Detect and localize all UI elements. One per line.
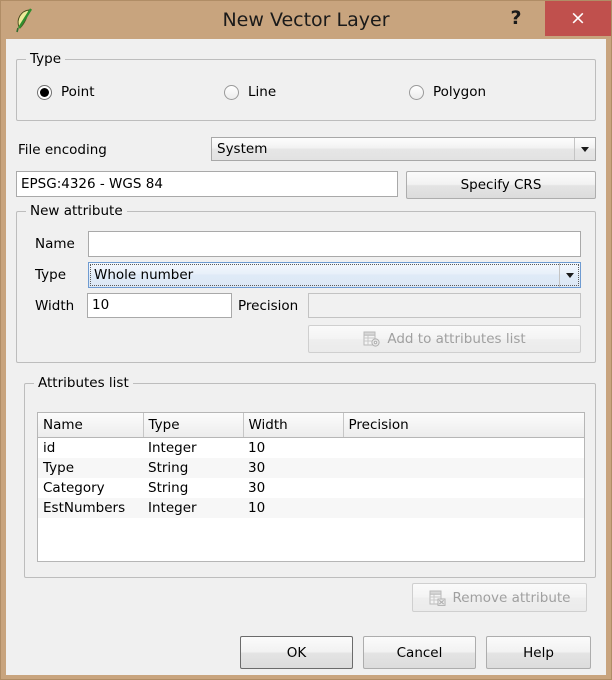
add-to-attributes-list-label: Add to attributes list (387, 331, 526, 347)
attribute-type-combo[interactable]: Whole number (88, 262, 581, 288)
table-row[interactable]: Type String 30 (38, 458, 584, 478)
attributes-table[interactable]: Name Type Width Precision id Integer 10 … (37, 412, 585, 562)
cell-width: 30 (248, 480, 266, 496)
dialog-body: Type Point Line Polygon File encoding Sy… (6, 39, 606, 675)
cell-precision (343, 478, 584, 498)
cell-name: Type (43, 460, 75, 476)
table-row[interactable]: id Integer 10 (38, 437, 584, 459)
add-table-row-icon (363, 331, 380, 347)
column-header-precision[interactable]: Precision (343, 413, 584, 438)
type-group-title: Type (26, 51, 66, 67)
chevron-down-icon[interactable] (574, 138, 595, 160)
table-row[interactable]: EstNumbers Integer 10 (38, 498, 584, 518)
remove-table-row-icon (429, 590, 446, 606)
table-row[interactable]: Category String 30 (38, 478, 584, 498)
help-button[interactable]: Help (486, 636, 591, 669)
type-groupbox: Type Point Line Polygon (16, 51, 596, 121)
cell-type: Integer (148, 500, 197, 516)
title-help-icon[interactable]: ? (499, 3, 533, 33)
remove-attribute-button: Remove attribute (412, 583, 587, 612)
cancel-button[interactable]: Cancel (363, 636, 476, 669)
cancel-button-label: Cancel (396, 644, 443, 661)
ok-button[interactable]: OK (240, 636, 353, 669)
attribute-precision-label: Precision (238, 298, 299, 314)
radio-polygon[interactable]: Polygon (409, 84, 486, 100)
attribute-width-input[interactable]: 10 (87, 293, 232, 318)
crs-value: EPSG:4326 - WGS 84 (21, 176, 163, 192)
remove-attribute-label: Remove attribute (452, 589, 571, 606)
cell-type: String (148, 480, 189, 496)
crs-input[interactable]: EPSG:4326 - WGS 84 (16, 171, 398, 197)
radio-point[interactable]: Point (37, 84, 95, 100)
new-attribute-groupbox: New attribute Name Type Whole number Wid… (16, 203, 596, 363)
cell-width: 10 (248, 500, 266, 516)
attribute-type-value: Whole number (94, 267, 194, 283)
cell-precision (343, 458, 584, 478)
cell-type: Integer (148, 440, 197, 456)
radio-line[interactable]: Line (224, 84, 276, 100)
specify-crs-label: Specify CRS (460, 177, 542, 193)
cell-precision (343, 498, 584, 518)
chevron-down-icon[interactable] (559, 263, 580, 287)
cell-width: 10 (248, 440, 266, 456)
column-header-width[interactable]: Width (243, 413, 344, 438)
cell-type: String (148, 460, 189, 476)
file-encoding-value: System (217, 141, 268, 157)
help-button-label: Help (523, 644, 554, 661)
table-header-row: Name Type Width Precision (38, 413, 584, 438)
cell-name: EstNumbers (43, 500, 126, 516)
attribute-width-label: Width (35, 298, 75, 314)
radio-line-label: Line (248, 84, 277, 100)
title-bar: New Vector Layer ? × (1, 1, 611, 39)
column-header-type[interactable]: Type (143, 413, 244, 438)
attribute-type-label: Type (35, 267, 67, 283)
radio-point-indicator (37, 84, 52, 100)
cell-name: Category (43, 480, 105, 496)
attribute-name-label: Name (35, 236, 75, 252)
cell-width: 30 (248, 460, 266, 476)
attribute-width-value: 10 (92, 297, 110, 313)
cell-name: id (43, 440, 56, 456)
attributes-list-group-title: Attributes list (34, 375, 133, 391)
radio-line-indicator (224, 84, 239, 100)
radio-polygon-label: Polygon (433, 84, 487, 100)
attribute-precision-input (308, 293, 581, 318)
radio-polygon-indicator (409, 84, 424, 100)
cell-precision (343, 438, 584, 459)
close-icon[interactable]: × (545, 1, 611, 36)
column-header-name[interactable]: Name (38, 413, 144, 438)
file-encoding-label: File encoding (18, 142, 107, 158)
dialog-window: New Vector Layer ? × Type Point Line Pol… (0, 0, 612, 680)
file-encoding-combo[interactable]: System (211, 137, 596, 161)
radio-point-label: Point (61, 84, 95, 100)
add-to-attributes-list-button: Add to attributes list (308, 325, 581, 353)
specify-crs-button[interactable]: Specify CRS (406, 171, 596, 199)
ok-button-label: OK (286, 644, 307, 661)
attribute-name-input[interactable] (88, 231, 581, 257)
new-attribute-group-title: New attribute (26, 203, 127, 219)
